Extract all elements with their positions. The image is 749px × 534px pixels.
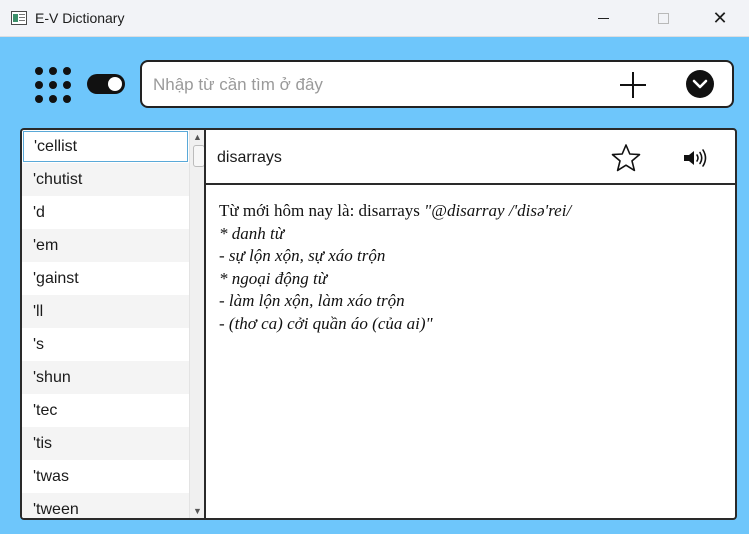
minimize-button[interactable] (580, 0, 626, 37)
window-title: E-V Dictionary (35, 10, 125, 26)
star-icon[interactable] (610, 142, 642, 174)
grid-dot-icon (63, 81, 71, 89)
list-item[interactable]: 'tis (22, 427, 189, 460)
speaker-volume-glyph (684, 149, 707, 167)
definition-panel: disarrays Từ mới hôm nay là: disarrays "… (204, 128, 737, 520)
definition-text: Từ mới hôm nay là: disarrays "@disarray … (219, 200, 724, 335)
list-item[interactable]: 'll (22, 295, 189, 328)
scroll-up-arrow-icon[interactable]: ▲ (193, 132, 202, 142)
grid-dot-icon (35, 95, 43, 103)
plus-icon[interactable] (618, 70, 648, 100)
close-button[interactable]: ✕ (697, 0, 743, 37)
menu-grid-button[interactable] (35, 67, 71, 103)
definition-lead: Từ mới hôm nay là: disarrays (219, 201, 425, 220)
list-item[interactable]: 'em (22, 229, 189, 262)
maximize-icon (657, 13, 669, 24)
definition-header: disarrays (206, 130, 735, 185)
star-outline-glyph (611, 144, 641, 172)
close-icon: ✕ (712, 8, 728, 29)
list-item[interactable]: 'cellist (23, 131, 188, 162)
definition-line: * ngoại động từ (219, 268, 327, 288)
toggle-knob (108, 77, 122, 91)
definition-line: - (thơ ca) cởi quần áo (của ai)" (219, 313, 433, 333)
list-item[interactable]: 'shun (22, 361, 189, 394)
search-input[interactable] (153, 74, 593, 96)
word-list: 'cellist 'chutist 'd 'em 'gainst 'll 's … (20, 128, 206, 520)
list-item[interactable]: 'tween (22, 493, 189, 518)
grid-dot-icon (49, 95, 57, 103)
word-list-items: 'cellist 'chutist 'd 'em 'gainst 'll 's … (22, 130, 189, 518)
list-item[interactable]: 'chutist (22, 163, 189, 196)
scroll-down-arrow-icon[interactable]: ▼ (193, 506, 202, 516)
grid-dot-icon (35, 81, 43, 89)
current-word: disarrays (217, 149, 282, 166)
definition-line: * danh từ (219, 223, 284, 243)
speaker-icon[interactable] (682, 147, 708, 169)
grid-dot-icon (63, 95, 71, 103)
grid-dot-icon (63, 67, 71, 75)
chevron-down-icon[interactable] (686, 70, 714, 98)
list-item[interactable]: 'd (22, 196, 189, 229)
grid-dot-icon (49, 81, 57, 89)
list-item[interactable]: 'twas (22, 460, 189, 493)
maximize-button[interactable] (640, 0, 686, 37)
list-item[interactable]: 's (22, 328, 189, 361)
app-icon (11, 11, 27, 25)
chevron-down-glyph (692, 79, 708, 89)
grid-dot-icon (35, 67, 43, 75)
definition-line: Từ mới hôm nay là: disarrays "@disarray … (219, 200, 724, 223)
minimize-icon (597, 18, 609, 19)
definition-line: - làm lộn xộn, làm xáo trộn (219, 291, 405, 310)
grid-dot-icon (49, 67, 57, 75)
list-item[interactable]: 'tec (22, 394, 189, 427)
definition-pronunciation: "@disarray /'disə'rei/ (424, 201, 572, 220)
search-box (140, 60, 734, 108)
mode-toggle[interactable] (87, 74, 125, 94)
title-bar: E-V Dictionary ✕ (0, 0, 749, 37)
list-item[interactable]: 'gainst (22, 262, 189, 295)
definition-line: - sự lộn xộn, sự xáo trộn (219, 246, 386, 265)
